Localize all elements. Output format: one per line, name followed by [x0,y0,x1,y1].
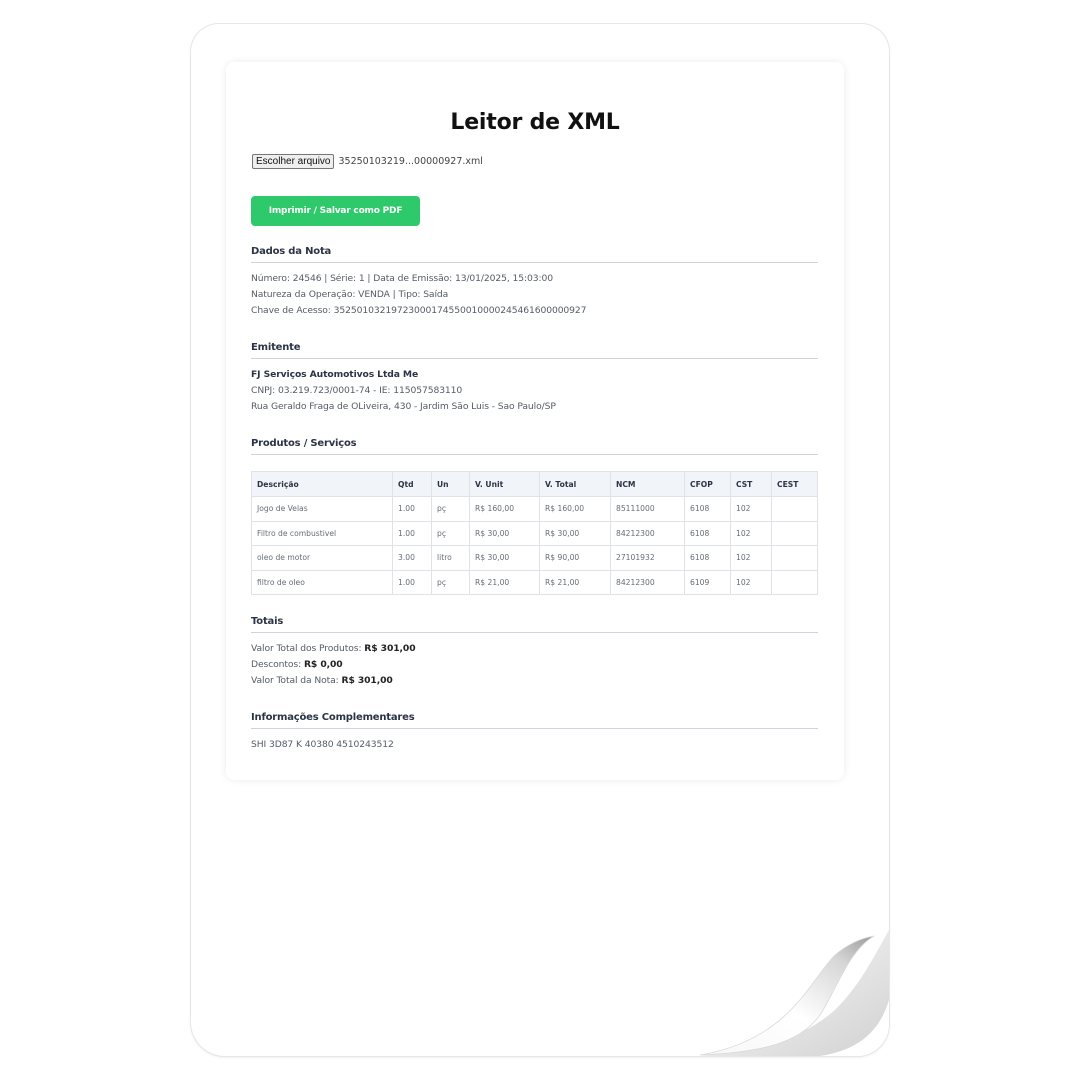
cell-cst: 102 [730,520,772,546]
cell-cfop: 6108 [684,520,731,546]
cell-vtotal: R$ 21,00 [539,569,611,595]
selected-file-name: 35250103219...00000927.xml [338,156,483,167]
print-pdf-button[interactable]: Imprimir / Salvar como PDF [251,196,420,226]
cell-vtotal: R$ 90,00 [539,545,611,571]
cell-ncm: 84212300 [610,520,685,546]
cell-qtd: 1.00 [392,496,432,522]
page-curl-area [691,888,889,1056]
total-nota: Valor Total da Nota: R$ 301,00 [251,673,416,689]
section-heading-emitente: Emitente [251,342,818,359]
info-text: SHI 3D87 K 40380 4510243512 [251,739,394,750]
col-descricao: Descrição [251,471,393,497]
nota-details: Número: 24546 | Série: 1 | Data de Emiss… [251,271,587,319]
cell-cest [771,569,818,595]
cell-cest [771,496,818,522]
cell-cst: 102 [730,545,772,571]
section-heading-nota: Dados da Nota [251,246,818,263]
cell-vunit: R$ 30,00 [469,545,540,571]
col-cfop: CFOP [684,471,731,497]
cell-un: pç [431,520,470,546]
cell-cfop: 6108 [684,545,731,571]
cell-cst: 102 [730,569,772,595]
total-nota-label: Valor Total da Nota: [251,675,339,686]
cell-un: pç [431,569,470,595]
col-ncm: NCM [610,471,685,497]
cell-descricao: Filtro de combustivel [251,520,393,546]
cell-cest [771,520,818,546]
cell-cest [771,545,818,571]
total-produtos-value: R$ 301,00 [364,643,416,654]
nota-line-key: Chave de Acesso: 35250103219723000174550… [251,305,587,316]
cell-ncm: 85111000 [610,496,685,522]
col-vunit: V. Unit [469,471,540,497]
page-title: Leitor de XML [450,110,620,135]
totais-details: Valor Total dos Produtos: R$ 301,00 Desc… [251,641,416,689]
file-input[interactable]: Escolher arquivo 35250103219...00000927.… [252,154,483,169]
total-produtos-label: Valor Total dos Produtos: [251,643,362,654]
cell-ncm: 27101932 [610,545,685,571]
total-produtos: Valor Total dos Produtos: R$ 301,00 [251,641,416,657]
info-details: SHI 3D87 K 40380 4510243512 [251,737,394,753]
page: Leitor de XML Escolher arquivo 352501032… [0,0,1080,1080]
table-header-row: Descrição Qtd Un V. Unit V. Total NCM CF… [251,471,818,497]
total-nota-value: R$ 301,00 [341,675,393,686]
emitente-details: FJ Serviços Automotivos Ltda Me CNPJ: 03… [251,367,556,415]
cell-descricao: oleo de motor [251,545,393,571]
cell-qtd: 1.00 [392,520,432,546]
col-un: Un [431,471,470,497]
cell-descricao: Jogo de Velas [251,496,393,522]
cell-vtotal: R$ 30,00 [539,520,611,546]
col-cst: CST [730,471,772,497]
cell-cfop: 6109 [684,569,731,595]
emitente-name: FJ Serviços Automotivos Ltda Me [251,369,419,380]
cell-qtd: 3.00 [392,545,432,571]
nota-line-nature: Natureza da Operação: VENDA | Tipo: Saíd… [251,289,449,300]
emitente-address: Rua Geraldo Fraga de OLiveira, 430 - Jar… [251,401,556,412]
section-heading-produtos: Produtos / Serviços [251,438,818,455]
cell-un: pç [431,496,470,522]
table-row: Jogo de Velas 1.00 pç R$ 160,00 R$ 160,0… [251,496,818,522]
total-descontos: Descontos: R$ 0,00 [251,657,416,673]
choose-file-button[interactable]: Escolher arquivo [252,154,335,169]
descontos-value: R$ 0,00 [303,659,343,670]
cell-vunit: R$ 160,00 [469,496,540,522]
table-row: Filtro de combustivel 1.00 pç R$ 30,00 R… [251,520,818,546]
cell-un: litro [431,545,470,571]
reader-card: Leitor de XML Escolher arquivo 352501032… [226,62,844,780]
cell-descricao: filtro de oleo [251,569,393,595]
cell-vunit: R$ 30,00 [469,520,540,546]
col-qtd: Qtd [392,471,432,497]
col-vtotal: V. Total [539,471,611,497]
cell-cst: 102 [730,496,772,522]
descontos-label: Descontos: [251,659,302,670]
cell-qtd: 1.00 [392,569,432,595]
col-cest: CEST [771,471,818,497]
table-row: filtro de oleo 1.00 pç R$ 21,00 R$ 21,00… [251,569,818,595]
section-heading-totais: Totais [251,616,818,633]
emitente-cnpj: CNPJ: 03.219.723/0001-74 - IE: 115057583… [251,385,463,396]
cell-cfop: 6108 [684,496,731,522]
table-row: oleo de motor 3.00 litro R$ 30,00 R$ 90,… [251,545,818,571]
cell-ncm: 84212300 [610,569,685,595]
products-table: Descrição Qtd Un V. Unit V. Total NCM CF… [251,471,818,595]
section-heading-info: Informações Complementares [251,712,818,729]
cell-vunit: R$ 21,00 [469,569,540,595]
nota-line-number: Número: 24546 | Série: 1 | Data de Emiss… [251,273,554,284]
cell-vtotal: R$ 160,00 [539,496,611,522]
